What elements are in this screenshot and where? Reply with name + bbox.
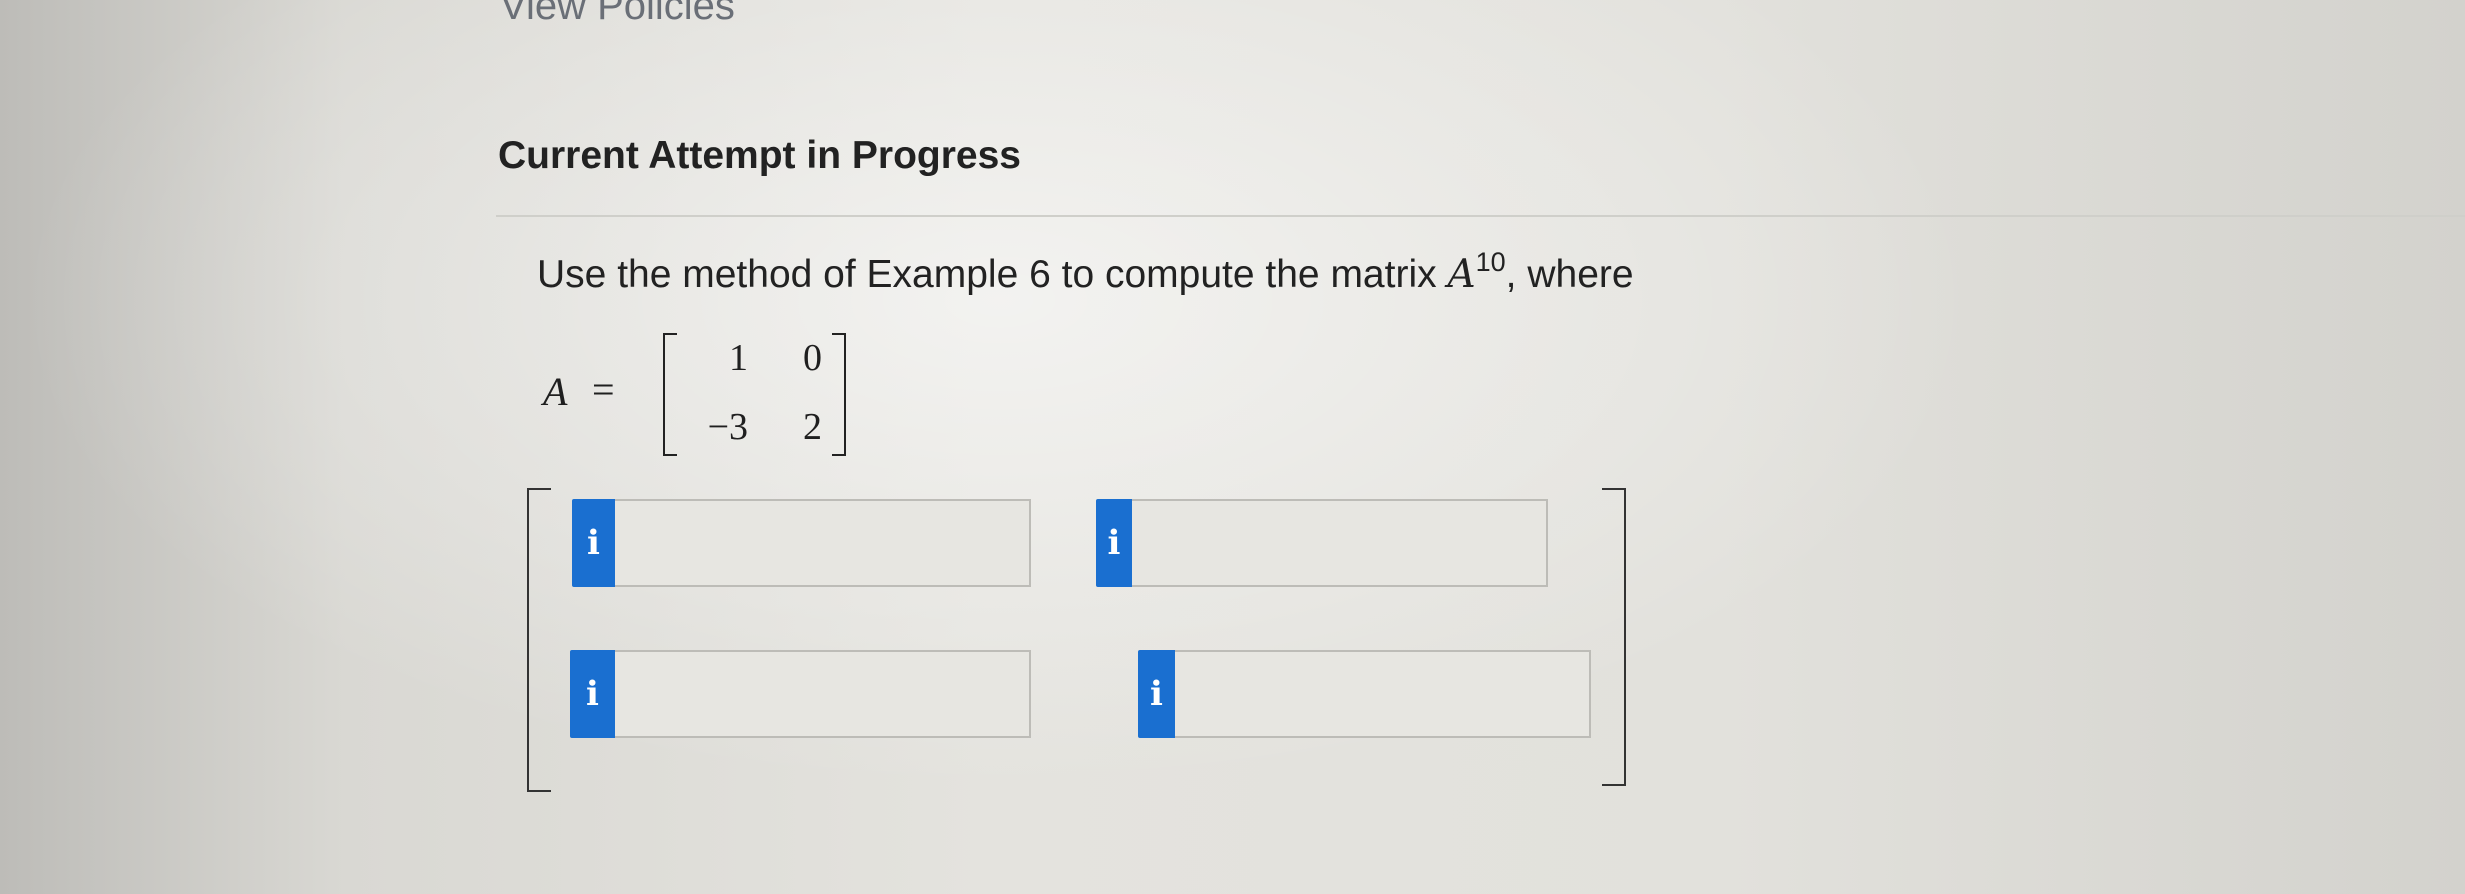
attempt-title: Current Attempt in Progress bbox=[498, 134, 1021, 177]
answer-input-r1c1[interactable] bbox=[615, 499, 1031, 587]
matrix-cell-r2c1: −3 bbox=[707, 406, 748, 448]
matrix-cell-r2c2: 2 bbox=[803, 406, 822, 448]
question-prompt: Use the method of Example 6 to compute t… bbox=[537, 249, 1634, 298]
answer-matrix-right-bracket bbox=[1602, 488, 1626, 786]
answer-input-r2c1[interactable] bbox=[615, 650, 1031, 738]
answer-cell-r1c1: i bbox=[572, 499, 1031, 587]
matrix-variable: A bbox=[543, 369, 568, 414]
answer-cell-r2c2: i bbox=[1138, 650, 1591, 738]
info-icon[interactable]: i bbox=[572, 499, 615, 587]
matrix-cell-r1c1: 1 bbox=[729, 337, 748, 379]
answer-cell-r1c2: i bbox=[1096, 499, 1548, 587]
matrix-left-bracket bbox=[663, 333, 677, 456]
info-icon[interactable]: i bbox=[1096, 499, 1132, 587]
equals-sign: = bbox=[592, 367, 615, 412]
question-text-before: Use the method of Example 6 to compute t… bbox=[537, 253, 1448, 296]
question-matrix-symbol: A bbox=[1447, 252, 1476, 297]
view-policies-link[interactable]: View Policies bbox=[500, 0, 735, 29]
answer-input-r1c2[interactable] bbox=[1132, 499, 1548, 587]
answer-input-r2c2[interactable] bbox=[1175, 650, 1591, 738]
question-text-after: , where bbox=[1505, 253, 1634, 296]
matrix-right-bracket bbox=[832, 333, 846, 456]
info-icon[interactable]: i bbox=[1138, 650, 1175, 738]
question-exponent: 10 bbox=[1475, 247, 1506, 277]
matrix-cell-r1c2: 0 bbox=[803, 337, 822, 379]
answer-matrix-left-bracket bbox=[527, 488, 551, 792]
section-divider bbox=[496, 215, 2465, 217]
answer-cell-r2c1: i bbox=[570, 650, 1031, 738]
info-icon[interactable]: i bbox=[570, 650, 615, 738]
